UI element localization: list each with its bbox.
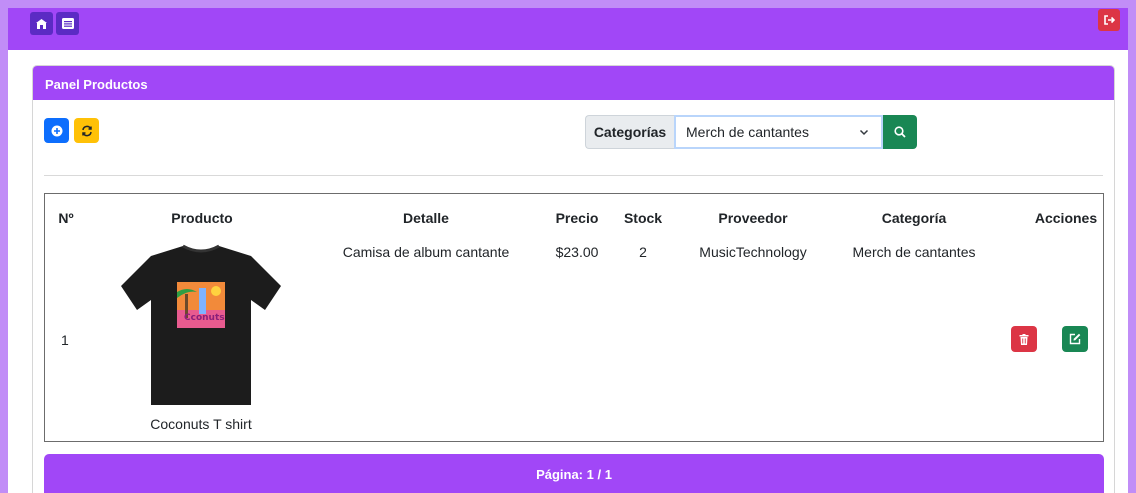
column-header: Proveedor xyxy=(718,210,788,226)
plus-circle-icon xyxy=(51,125,62,136)
category-label: Categorías xyxy=(585,115,674,149)
category-selected-value: Merch de cantantes xyxy=(686,124,809,140)
products-table: Nº Producto Detalle Precio Stock Proveed… xyxy=(44,193,1104,442)
top-navbar xyxy=(8,8,1128,50)
store-button[interactable] xyxy=(30,12,53,35)
store-icon xyxy=(36,18,47,29)
refresh-button[interactable] xyxy=(74,118,99,143)
column-header: Precio xyxy=(555,210,599,226)
product-name: Coconuts T shirt xyxy=(150,416,252,432)
list-icon xyxy=(61,18,74,29)
product-detail: Camisa de album cantante xyxy=(342,244,510,260)
row-number: 1 xyxy=(61,332,69,348)
product-stock: 2 xyxy=(639,244,647,260)
search-icon xyxy=(894,126,906,138)
search-button[interactable] xyxy=(883,115,917,149)
divider xyxy=(44,175,1103,176)
product-image: Cconuts xyxy=(121,244,281,405)
svg-text:Cconuts: Cconuts xyxy=(184,313,225,323)
product-provider: MusicTechnology xyxy=(699,244,807,260)
chevron-down-icon xyxy=(859,129,869,136)
edit-button[interactable] xyxy=(1062,326,1088,352)
column-header: Categoría xyxy=(881,210,947,226)
logout-icon xyxy=(1103,15,1115,25)
delete-button[interactable] xyxy=(1011,326,1037,352)
column-header: Stock xyxy=(623,210,663,226)
column-header: Producto xyxy=(171,210,233,226)
logout-button[interactable] xyxy=(1098,9,1120,31)
list-button[interactable] xyxy=(56,12,79,35)
trash-icon xyxy=(1019,333,1029,345)
panel-title: Panel Productos xyxy=(33,66,1114,100)
refresh-icon xyxy=(81,125,92,136)
category-select[interactable]: Merch de cantantes xyxy=(674,115,883,149)
column-header: Acciones xyxy=(1034,210,1098,226)
column-header: Detalle xyxy=(403,210,449,226)
pagination-bar: Página: 1 / 1 xyxy=(44,454,1104,493)
category-filter: Categorías Merch de cantantes xyxy=(585,115,917,149)
product-category: Merch de cantantes xyxy=(852,244,976,260)
edit-icon xyxy=(1069,333,1081,345)
product-price: $23.00 xyxy=(555,244,599,260)
app-frame: Panel Productos Categorías Merch de cant… xyxy=(8,8,1128,493)
products-panel: Panel Productos Categorías Merch de cant… xyxy=(32,65,1115,493)
add-product-button[interactable] xyxy=(44,118,69,143)
page-indicator: Página: 1 / 1 xyxy=(536,466,612,482)
column-header: Nº xyxy=(58,210,74,226)
